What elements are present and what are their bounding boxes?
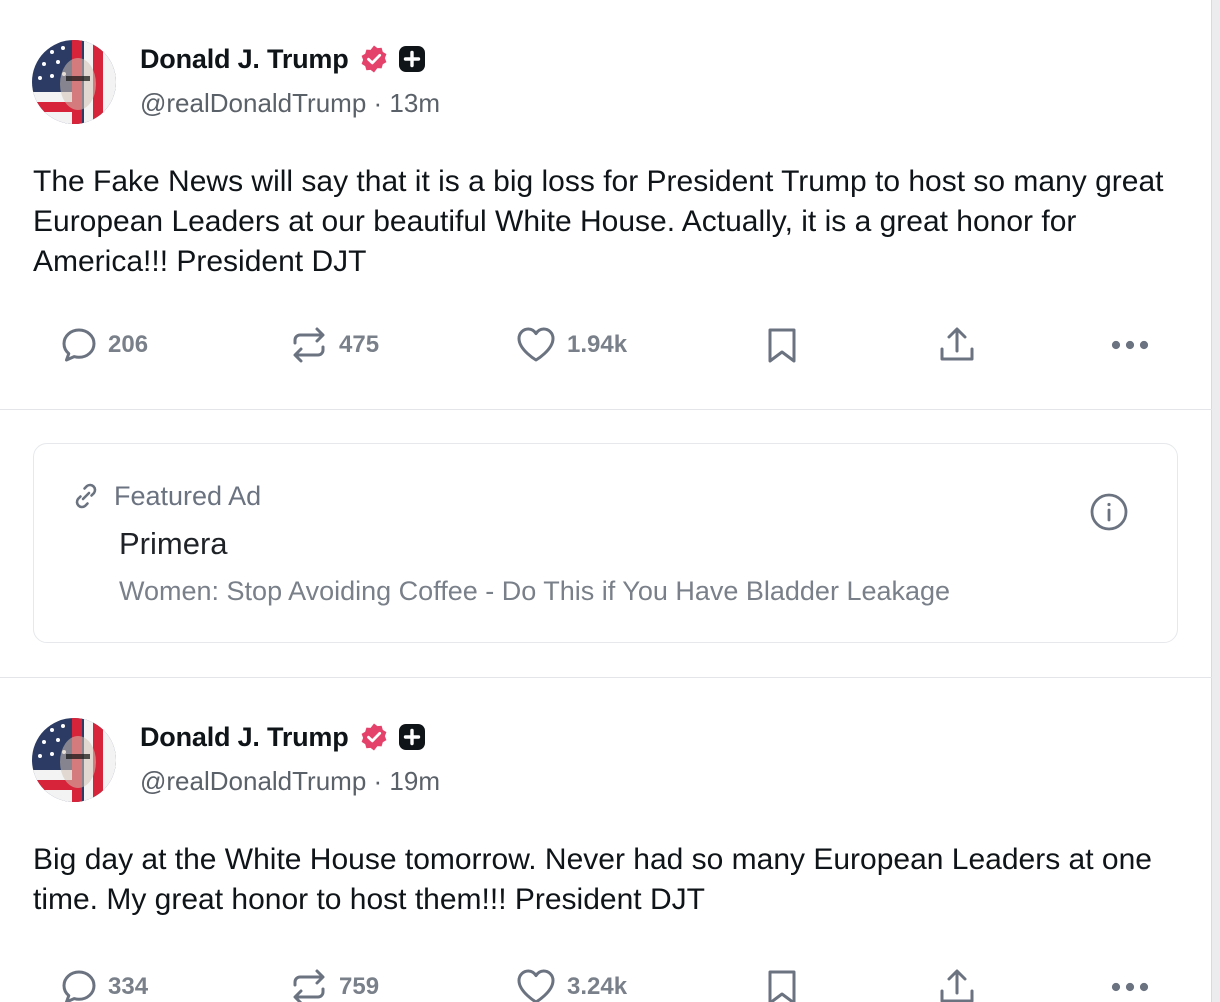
author-name[interactable]: Donald J. Trump bbox=[140, 44, 349, 75]
reply-button[interactable]: 334 bbox=[60, 962, 148, 1002]
ad-label: Featured Ad bbox=[114, 480, 262, 511]
reply-button[interactable]: 206 bbox=[60, 320, 148, 370]
reply-icon bbox=[62, 328, 96, 362]
avatar[interactable] bbox=[32, 40, 116, 124]
reply-icon bbox=[62, 970, 96, 1002]
post-time[interactable]: 13m bbox=[389, 88, 440, 118]
info-icon[interactable] bbox=[1089, 492, 1129, 532]
repost-count: 475 bbox=[339, 331, 380, 358]
verified-badge-icon bbox=[361, 723, 386, 751]
heart-icon bbox=[517, 327, 555, 362]
avatar[interactable] bbox=[32, 718, 116, 802]
like-button[interactable]: 3.24k bbox=[515, 962, 627, 1002]
author-name[interactable]: Donald J. Trump bbox=[140, 722, 349, 753]
repost-icon bbox=[293, 327, 325, 363]
like-button[interactable]: 1.94k bbox=[515, 320, 627, 370]
post-actions: 334 759 3.24k bbox=[0, 958, 1212, 1002]
more-icon bbox=[1111, 982, 1149, 992]
bookmark-icon bbox=[768, 328, 796, 363]
more-button[interactable] bbox=[1110, 962, 1152, 1002]
repost-button[interactable]: 759 bbox=[289, 962, 379, 1002]
window-edge bbox=[1211, 0, 1220, 1002]
post-time[interactable]: 19m bbox=[389, 766, 440, 796]
repost-icon bbox=[293, 969, 325, 1002]
post-text: The Fake News will say that it is a big … bbox=[33, 165, 1164, 278]
verified-badge-icon bbox=[361, 45, 386, 73]
bookmark-button[interactable] bbox=[765, 320, 799, 370]
separator: · bbox=[366, 766, 390, 796]
bookmark-button[interactable] bbox=[765, 962, 799, 1002]
separator: · bbox=[366, 88, 390, 118]
share-icon bbox=[940, 327, 974, 361]
more-icon bbox=[1111, 340, 1149, 350]
share-button[interactable] bbox=[937, 962, 977, 1002]
plus-badge-icon bbox=[398, 46, 425, 72]
bookmark-icon bbox=[768, 970, 796, 1002]
like-count: 3.24k bbox=[567, 973, 628, 1000]
post-actions: 206 475 1.94k bbox=[0, 320, 1212, 370]
like-count: 1.94k bbox=[567, 331, 628, 358]
handle-and-time: @realDonaldTrump · 19m bbox=[140, 766, 440, 797]
heart-icon bbox=[517, 969, 555, 1002]
share-icon bbox=[940, 969, 974, 1002]
post-text: Big day at the White House tomorrow. Nev… bbox=[33, 843, 1152, 916]
post-1[interactable]: Donald J. Trump @realDonaldTrump · 13m T… bbox=[0, 0, 1212, 410]
ad-sponsor[interactable]: Primera bbox=[119, 526, 228, 562]
share-button[interactable] bbox=[937, 320, 977, 370]
author-handle[interactable]: @realDonaldTrump bbox=[140, 766, 366, 796]
featured-ad-card[interactable]: Featured Ad Primera Women: Stop Avoiding… bbox=[33, 443, 1178, 643]
link-icon bbox=[75, 483, 97, 509]
ad-headline[interactable]: Women: Stop Avoiding Coffee - Do This if… bbox=[119, 576, 950, 607]
repost-button[interactable]: 475 bbox=[289, 320, 379, 370]
author-handle[interactable]: @realDonaldTrump bbox=[140, 88, 366, 118]
more-button[interactable] bbox=[1110, 320, 1152, 370]
repost-count: 759 bbox=[339, 973, 380, 1000]
reply-count: 206 bbox=[108, 331, 149, 358]
handle-and-time: @realDonaldTrump · 13m bbox=[140, 88, 440, 119]
reply-count: 334 bbox=[108, 973, 149, 1000]
plus-badge-icon bbox=[398, 724, 425, 750]
